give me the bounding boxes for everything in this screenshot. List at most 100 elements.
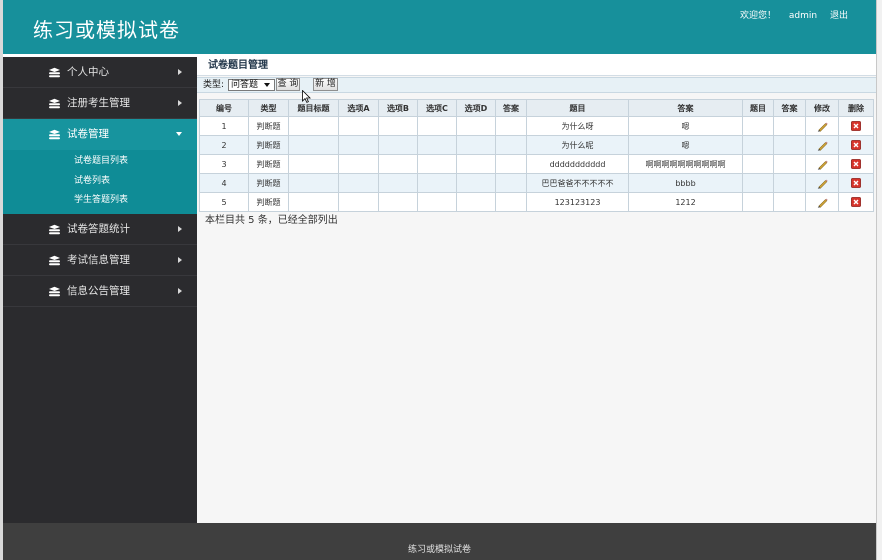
cell-question-title: [288, 192, 339, 212]
cell-option-d: [456, 116, 496, 136]
pencil-icon[interactable]: [817, 159, 828, 170]
sidebar-subitem-paper-list[interactable]: 试卷列表: [3, 172, 197, 192]
user-info: 欢迎您！ admin 退出: [740, 10, 848, 22]
sidebar-item-label: 考试信息管理: [67, 253, 130, 266]
sidebar-item-paper-management[interactable]: 试卷管理: [3, 119, 197, 150]
column-header: 删除: [838, 99, 874, 117]
logout-link[interactable]: 退出: [830, 11, 848, 21]
delete-icon[interactable]: [851, 140, 861, 150]
cell-question-2: [742, 192, 774, 212]
cell-number: 4: [199, 173, 249, 193]
cell-answer-3: [773, 116, 806, 136]
table-row: 4 判断题 巴巴爸爸不不不不不 bbbb: [199, 173, 874, 193]
add-button[interactable]: 新 增: [313, 78, 338, 91]
column-header: 选项D: [456, 99, 496, 117]
cell-delete: [838, 173, 874, 193]
caret-right-icon: [178, 256, 182, 263]
cell-answer: [495, 116, 527, 136]
cell-type: 判断题: [248, 173, 289, 193]
cell-option-c: [417, 173, 457, 193]
cell-type: 判断题: [248, 154, 289, 174]
dropdown-arrow-icon: [264, 83, 270, 87]
cell-number: 2: [199, 135, 249, 155]
sidebar-item-announcements[interactable]: 信息公告管理: [3, 276, 197, 307]
caret-right-icon: [178, 225, 182, 232]
table-summary: 本栏目共 5 条，已经全部列出: [205, 215, 338, 226]
cell-option-b: [378, 116, 418, 136]
delete-icon[interactable]: [851, 159, 861, 169]
cell-answer-2: 1212: [628, 192, 743, 212]
delete-icon[interactable]: [851, 197, 861, 207]
question-table: 编号 类型 题目标题 选项A 选项B 选项C 选项D 答案 题目 答案 题目 答案 修改 删除 1 判断题为…: [199, 99, 874, 212]
sidebar-item-registered-students[interactable]: 注册考生管理: [3, 88, 197, 119]
top-header: 练习或模拟试卷 欢迎您！ admin 退出: [3, 0, 876, 54]
cell-option-b: [378, 192, 418, 212]
column-header: 答案: [495, 99, 527, 117]
table-row: 1 判断题 为什么呀嗯: [199, 116, 874, 136]
caret-right-icon: [178, 100, 182, 106]
pencil-icon[interactable]: [817, 197, 828, 208]
cell-edit: [805, 173, 839, 193]
footer-text: 练习或模拟试卷: [407, 545, 471, 555]
table-row: 2 判断题 为什么呢嗯: [199, 135, 874, 155]
column-header: 题目: [526, 99, 629, 117]
delete-icon[interactable]: [851, 121, 861, 131]
column-header: 答案: [773, 99, 806, 117]
cell-question: 巴巴爸爸不不不不不: [526, 173, 629, 193]
sidebar-item-answer-statistics[interactable]: 试卷答题统计: [3, 214, 197, 245]
column-header: 题目: [742, 99, 774, 117]
cell-answer-3: [773, 154, 806, 174]
sidebar-item-exam-info[interactable]: 考试信息管理: [3, 245, 197, 276]
type-select-value: 问答题: [231, 80, 259, 90]
cell-question: ddddddddddd: [526, 154, 629, 174]
cell-option-a: [338, 192, 379, 212]
caret-right-icon: [178, 69, 182, 75]
sidebar-subitem-question-list[interactable]: 试卷题目列表: [3, 152, 197, 172]
cell-answer-2: 啊啊啊啊啊啊啊啊啊啊: [628, 154, 743, 174]
cell-answer: [495, 192, 527, 212]
cell-option-d: [456, 154, 496, 174]
cell-option-c: [417, 116, 457, 136]
footer: 练习或模拟试卷: [3, 523, 876, 560]
cell-question: 123123123: [526, 192, 629, 212]
column-header: 选项C: [417, 99, 457, 117]
cell-option-c: [417, 154, 457, 174]
username: admin: [788, 11, 818, 21]
cell-question: 为什么呀: [526, 116, 629, 136]
sidebar-item-personal-center[interactable]: 个人中心: [3, 57, 197, 88]
cell-type: 判断题: [248, 135, 289, 155]
cell-delete: [838, 154, 874, 174]
sidebar-item-label: 注册考生管理: [67, 97, 130, 109]
cell-delete: [838, 192, 874, 212]
cell-option-b: [378, 154, 418, 174]
cell-option-a: [338, 135, 379, 155]
cell-type: 判断题: [248, 116, 289, 136]
delete-icon[interactable]: [851, 178, 861, 188]
column-header: 类型: [248, 99, 289, 117]
cell-number: 3: [199, 154, 249, 174]
cell-question-title: [288, 173, 339, 193]
search-button[interactable]: 查 询: [276, 78, 300, 91]
type-select[interactable]: 问答题: [228, 79, 275, 91]
column-header: 答案: [628, 99, 743, 117]
pencil-icon[interactable]: [817, 140, 828, 151]
column-header: 编号: [199, 99, 249, 117]
type-filter-label: 类型:: [203, 80, 225, 90]
table-row: 5 判断题 123123123 1212: [199, 192, 874, 212]
cell-edit: [805, 192, 839, 212]
window-scrollbar[interactable]: [876, 0, 882, 560]
column-header: 选项A: [338, 99, 379, 117]
cell-answer-2: 嗯: [628, 135, 743, 155]
sidebar-item-label: 信息公告管理: [67, 284, 130, 297]
cell-question-2: [742, 154, 774, 174]
cell-answer: [495, 154, 527, 174]
pencil-icon[interactable]: [817, 178, 828, 189]
caret-right-icon: [178, 287, 182, 294]
caret-down-icon: [176, 132, 182, 136]
cell-type: 判断题: [248, 192, 289, 212]
sidebar-subitem-student-answer-list[interactable]: 学生答题列表: [3, 191, 197, 211]
cell-edit: [805, 116, 839, 136]
cell-answer-3: [773, 135, 806, 155]
cell-question-2: [742, 135, 774, 155]
pencil-icon[interactable]: [817, 121, 828, 132]
